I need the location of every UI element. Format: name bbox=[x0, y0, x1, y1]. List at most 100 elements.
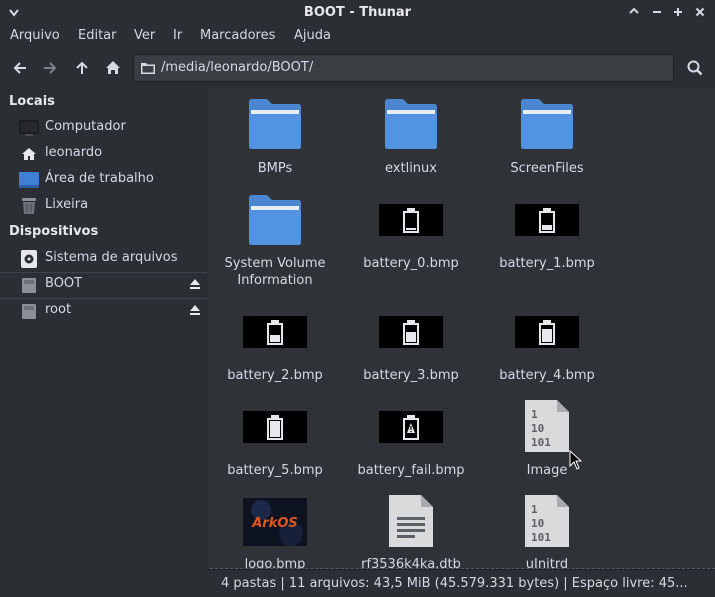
arrow-right-icon bbox=[44, 62, 57, 74]
back-button[interactable] bbox=[8, 56, 32, 80]
arrow-up-icon bbox=[629, 7, 639, 14]
search-icon bbox=[687, 60, 703, 76]
file-name: Image bbox=[526, 463, 568, 478]
eject-icon[interactable] bbox=[189, 278, 201, 290]
home-icon bbox=[106, 61, 120, 74]
sidebar-item-leonardo[interactable]: leonardo bbox=[0, 141, 207, 166]
file-item[interactable]: extlinux bbox=[346, 98, 476, 180]
file-item[interactable]: battery_fail.bmp bbox=[346, 411, 476, 481]
binary-file-icon: 1 10 101 bbox=[525, 400, 569, 452]
home-icon bbox=[22, 148, 36, 160]
sidebar-item-label: Computador bbox=[45, 119, 126, 134]
status-bar: 4 pastas | 11 arquivos: 43,5 MiB (45.579… bbox=[208, 569, 715, 597]
file-item[interactable]: ScreenFiles bbox=[482, 98, 612, 180]
home-button[interactable] bbox=[101, 56, 125, 80]
sidebar-item-label: root bbox=[45, 302, 72, 317]
title-bar: BOOT - Thunar bbox=[0, 0, 715, 26]
keep-above-button[interactable] bbox=[626, 4, 642, 20]
usb-drive-icon bbox=[22, 278, 36, 293]
window-title: BOOT - Thunar bbox=[303, 5, 412, 20]
file-name: battery_5.bmp bbox=[227, 463, 323, 478]
file-name: battery_0.bmp bbox=[363, 256, 459, 271]
svg-text:101: 101 bbox=[531, 531, 551, 544]
menu-ir[interactable]: Ir bbox=[173, 28, 182, 43]
file-item[interactable]: 1 10 101 Image bbox=[482, 398, 612, 480]
battery-thumbnail bbox=[515, 316, 579, 348]
file-item[interactable]: battery_0.bmp bbox=[346, 204, 476, 274]
file-name: BMPs bbox=[257, 161, 293, 176]
file-item[interactable]: System Volume Information bbox=[210, 194, 340, 294]
file-item[interactable]: battery_5.bmp bbox=[210, 411, 340, 481]
usb-drive-icon bbox=[22, 304, 36, 319]
places-header: Locais bbox=[9, 94, 55, 109]
menu-ajuda[interactable]: Ajuda bbox=[294, 28, 331, 43]
battery-thumbnail bbox=[379, 204, 443, 236]
sidebar-item-sistema-de-arquivos[interactable]: Sistema de arquivos bbox=[0, 246, 207, 271]
sidebar-item-area-de-trabalho[interactable]: Área de trabalho bbox=[0, 167, 207, 192]
minimize-icon bbox=[653, 11, 661, 13]
svg-text:101: 101 bbox=[531, 436, 551, 449]
status-text: 4 pastas | 11 arquivos: 43,5 MiB (45.579… bbox=[221, 576, 688, 591]
eject-icon[interactable] bbox=[189, 304, 201, 316]
file-item[interactable]: battery_2.bmp bbox=[210, 316, 340, 386]
drive-icon bbox=[21, 250, 37, 268]
file-name: extlinux bbox=[385, 161, 437, 176]
folder-icon bbox=[141, 63, 155, 74]
sidebar: Locais Computador leonardo Área de traba… bbox=[0, 88, 207, 569]
file-item[interactable]: battery_1.bmp bbox=[482, 204, 612, 274]
folder-icon bbox=[249, 99, 301, 149]
text-file-icon bbox=[389, 495, 433, 547]
svg-text:1: 1 bbox=[531, 408, 538, 421]
sidebar-item-root[interactable]: root bbox=[0, 298, 207, 323]
sidebar-item-label: Lixeira bbox=[45, 197, 89, 212]
file-name: battery_3.bmp bbox=[363, 368, 459, 383]
logo-thumbnail: ArkOS bbox=[243, 498, 307, 546]
file-view[interactable]: BMPs extlinux ScreenFiles System Volume … bbox=[208, 88, 715, 569]
maximize-button[interactable] bbox=[670, 4, 686, 20]
battery-thumbnail bbox=[515, 204, 579, 236]
close-icon bbox=[695, 7, 705, 17]
file-item[interactable]: battery_3.bmp bbox=[346, 316, 476, 386]
binary-file-icon: 1 10 101 bbox=[525, 495, 569, 547]
battery-thumbnail bbox=[243, 316, 307, 348]
menu-editar[interactable]: Editar bbox=[78, 28, 117, 43]
folder-icon bbox=[249, 195, 301, 245]
mouse-cursor-icon bbox=[569, 450, 583, 470]
sidebar-item-label: Sistema de arquivos bbox=[45, 250, 178, 265]
search-button[interactable] bbox=[683, 56, 707, 80]
close-button[interactable] bbox=[692, 4, 708, 20]
file-item[interactable]: 1 10 101 uInitrd bbox=[482, 493, 612, 569]
file-name: battery_1.bmp bbox=[499, 256, 595, 271]
sidebar-item-boot[interactable]: BOOT bbox=[0, 272, 207, 297]
sidebar-item-label: leonardo bbox=[45, 145, 103, 160]
menu-arquivo[interactable]: Arquivo bbox=[10, 28, 60, 43]
sidebar-footer bbox=[0, 569, 207, 597]
sidebar-item-lixeira[interactable]: Lixeira bbox=[0, 193, 207, 218]
battery-fail-thumbnail bbox=[379, 411, 443, 443]
minimize-button[interactable] bbox=[649, 4, 665, 20]
trash-icon bbox=[22, 198, 36, 214]
location-path: /media/leonardo/BOOT/ bbox=[161, 60, 314, 75]
forward-button[interactable] bbox=[38, 56, 62, 80]
menu-marcadores[interactable]: Marcadores bbox=[200, 28, 275, 43]
menu-ver[interactable]: Ver bbox=[134, 28, 155, 43]
sidebar-item-computador[interactable]: Computador bbox=[0, 115, 207, 140]
parent-folder-button[interactable] bbox=[70, 56, 94, 80]
file-item[interactable]: ArkOS logo.bmp bbox=[210, 498, 340, 569]
file-item[interactable]: rf3536k4ka.dtb bbox=[346, 493, 476, 569]
svg-text:1: 1 bbox=[531, 503, 538, 516]
sidebar-item-label: BOOT bbox=[45, 276, 83, 291]
file-item[interactable]: BMPs bbox=[210, 98, 340, 180]
folder-icon bbox=[521, 99, 573, 149]
battery-thumbnail bbox=[379, 316, 443, 348]
sidebar-item-label: Área de trabalho bbox=[45, 171, 154, 186]
maximize-icon bbox=[674, 8, 682, 16]
file-item[interactable]: battery_4.bmp bbox=[482, 316, 612, 386]
battery-thumbnail bbox=[243, 411, 307, 443]
computer-icon bbox=[19, 120, 39, 136]
svg-text:10: 10 bbox=[531, 517, 544, 530]
location-bar[interactable]: /media/leonardo/BOOT/ bbox=[133, 54, 674, 82]
folder-icon bbox=[385, 99, 437, 149]
file-name: battery_4.bmp bbox=[499, 368, 595, 383]
arrow-left-icon bbox=[13, 62, 26, 74]
